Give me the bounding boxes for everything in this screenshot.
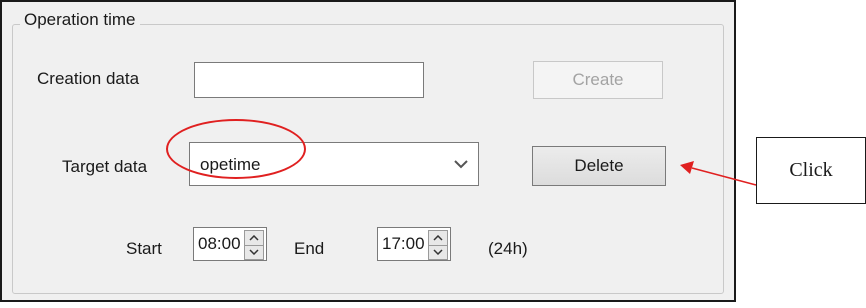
- create-button[interactable]: Create: [533, 61, 663, 99]
- end-time-up-icon[interactable]: [428, 230, 448, 246]
- end-time-value: 17:00: [382, 234, 425, 253]
- creation-data-label: Creation data: [37, 69, 140, 88]
- creation-data-input[interactable]: [194, 62, 424, 98]
- groupbox-title: Operation time: [20, 10, 140, 30]
- operation-time-dialog: Operation time Creation data Create Targ…: [0, 0, 736, 302]
- highlight-circle: [166, 119, 306, 179]
- end-label: End: [294, 239, 325, 258]
- start-time-up-icon[interactable]: [244, 230, 264, 246]
- end-time-down-icon[interactable]: [428, 245, 448, 260]
- chevron-down-icon[interactable]: [450, 151, 472, 177]
- start-time-down-icon[interactable]: [244, 245, 264, 260]
- start-time-value: 08:00: [198, 234, 241, 253]
- click-callout: Click: [756, 137, 866, 204]
- delete-button[interactable]: Delete: [532, 146, 666, 186]
- delete-button-label: Delete: [574, 156, 624, 175]
- end-time-spinner[interactable]: 17:00: [377, 227, 451, 261]
- unit-label: (24h): [488, 239, 528, 258]
- callout-text: Click: [789, 159, 833, 181]
- create-button-label: Create: [572, 70, 624, 89]
- start-time-spinner[interactable]: 08:00: [193, 227, 267, 261]
- target-data-label: Target data: [62, 157, 148, 176]
- start-label: Start: [126, 239, 162, 258]
